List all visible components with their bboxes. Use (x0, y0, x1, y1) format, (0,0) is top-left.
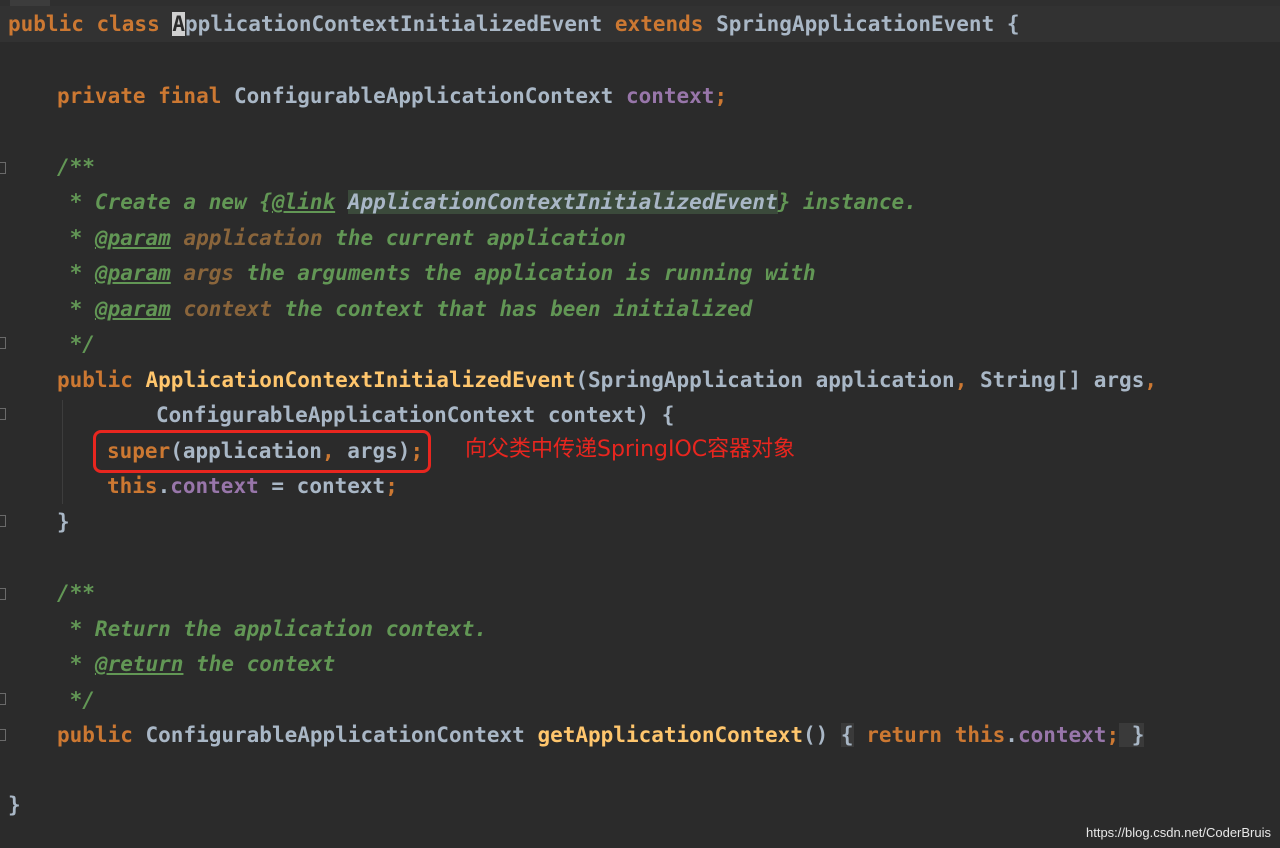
fold-marker-icon[interactable] (0, 515, 6, 527)
code-line-doc-end[interactable]: */ (57, 326, 95, 362)
doc-comment: * Return the application context. (57, 617, 487, 641)
comma: , (1144, 368, 1158, 392)
fold-marker-icon[interactable] (0, 588, 6, 600)
doc-param-name: args (183, 261, 235, 285)
doc-class-ref: ApplicationContextInitializedEvent (347, 190, 778, 214)
keyword: public (57, 368, 146, 392)
code-line-doc[interactable]: * Return the application context. (57, 611, 487, 647)
code-line-doc[interactable]: * @param args the arguments the applicat… (57, 255, 816, 291)
code-line-doc[interactable]: * @return the context (57, 646, 336, 682)
doc-comment: * (57, 297, 95, 321)
fold-marker-icon[interactable] (0, 162, 6, 174)
doc-tag: @param (94, 297, 171, 321)
params: ConfigurableApplicationContext context) … (156, 403, 675, 427)
code-line-class-close[interactable]: } (8, 787, 21, 823)
doc-comment: the arguments the application is running… (234, 261, 816, 285)
doc-comment: */ (57, 688, 95, 712)
type-name: ConfigurableApplicationContext (234, 84, 626, 108)
fold-marker-icon[interactable] (0, 693, 6, 705)
code-line-constructor-params[interactable]: ConfigurableApplicationContext context) … (156, 397, 674, 433)
keyword: return this (853, 723, 1006, 747)
doc-comment: * (57, 226, 95, 250)
comma: , (954, 368, 968, 392)
doc-tag: @param (94, 226, 171, 250)
doc-comment: * (57, 652, 95, 676)
params: String[] args (967, 368, 1145, 392)
type-name: ConfigurableApplicationContext (145, 723, 538, 747)
brace: } (8, 793, 21, 817)
doc-tag: @return (94, 652, 184, 676)
keyword: private final (57, 84, 235, 108)
code-line-close-brace[interactable]: } (57, 504, 70, 540)
doc-comment: the context (183, 652, 336, 676)
doc-space (171, 226, 184, 250)
class-name: pplicationContextInitializedEvent (185, 12, 603, 36)
annotation-label: 向父类中传递SpringIOC容器对象 (465, 437, 796, 462)
code-line-doc-end[interactable]: */ (57, 682, 95, 718)
doc-param-name: application (183, 226, 323, 250)
semicolon: ; (714, 84, 728, 108)
text-caret: A (172, 12, 186, 36)
field-name: context (170, 474, 259, 498)
brace: } (57, 510, 70, 534)
field-name: context (1017, 723, 1107, 747)
keyword: this (107, 474, 158, 498)
code-line-assignment[interactable]: this.context = context; (107, 468, 398, 504)
keyword: public (57, 723, 146, 747)
doc-space (171, 297, 184, 321)
semicolon: ; (1106, 723, 1120, 747)
field-name: context (625, 84, 715, 108)
code-line-doc-start[interactable]: /** (57, 149, 95, 185)
doc-comment: the current application (322, 226, 626, 250)
folded-brace[interactable]: { (840, 723, 854, 747)
code-line-doc[interactable]: * Create a new {@link ApplicationContext… (57, 184, 917, 220)
doc-space (335, 190, 348, 214)
parent-class-name: SpringApplicationEvent (716, 12, 995, 36)
dot: . (1005, 723, 1018, 747)
doc-comment: the context that has been initialized (271, 297, 753, 321)
folded-brace[interactable]: } (1119, 723, 1145, 747)
indent-guide (62, 400, 63, 504)
doc-comment: * Create a new { (57, 190, 272, 214)
code-editor[interactable]: public class ApplicationContextInitializ… (0, 0, 1280, 848)
brace: { (994, 12, 1020, 36)
fold-marker-icon[interactable] (0, 337, 6, 349)
method-name: ApplicationContextInitializedEvent (145, 368, 576, 392)
code-line-field-decl[interactable]: private final ConfigurableApplicationCon… (57, 78, 727, 114)
assignment: = context (258, 474, 386, 498)
doc-comment: * (57, 261, 95, 285)
highlight-box (93, 430, 431, 473)
watermark: https://blog.csdn.net/CoderBruis (1086, 825, 1271, 840)
doc-comment: /** (57, 155, 95, 179)
keyword: extends (602, 12, 717, 36)
doc-tag: @param (94, 261, 171, 285)
doc-space (171, 261, 184, 285)
fold-marker-icon[interactable] (0, 729, 6, 741)
code-line-doc-start[interactable]: /** (57, 575, 95, 611)
semicolon: ; (385, 474, 398, 498)
doc-param-name: context (183, 297, 272, 321)
code-line-constructor[interactable]: public ApplicationContextInitializedEven… (57, 362, 1157, 398)
doc-tag: @link (271, 190, 336, 214)
dot: . (157, 474, 171, 498)
doc-comment: } instance. (777, 190, 917, 214)
keyword: public class (8, 12, 173, 36)
doc-comment: /** (57, 581, 95, 605)
method-name: getApplicationContext (537, 723, 803, 747)
code-line-getter[interactable]: public ConfigurableApplicationContext ge… (57, 717, 1145, 753)
doc-comment: */ (57, 332, 95, 356)
code-line-class-decl[interactable]: public class ApplicationContextInitializ… (8, 6, 1020, 42)
code-line-doc[interactable]: * @param application the current applica… (57, 220, 626, 256)
code-line-doc[interactable]: * @param context the context that has be… (57, 291, 753, 327)
fold-marker-icon[interactable] (0, 408, 6, 420)
parens: () (802, 723, 829, 747)
params: (SpringApplication application (575, 368, 955, 392)
